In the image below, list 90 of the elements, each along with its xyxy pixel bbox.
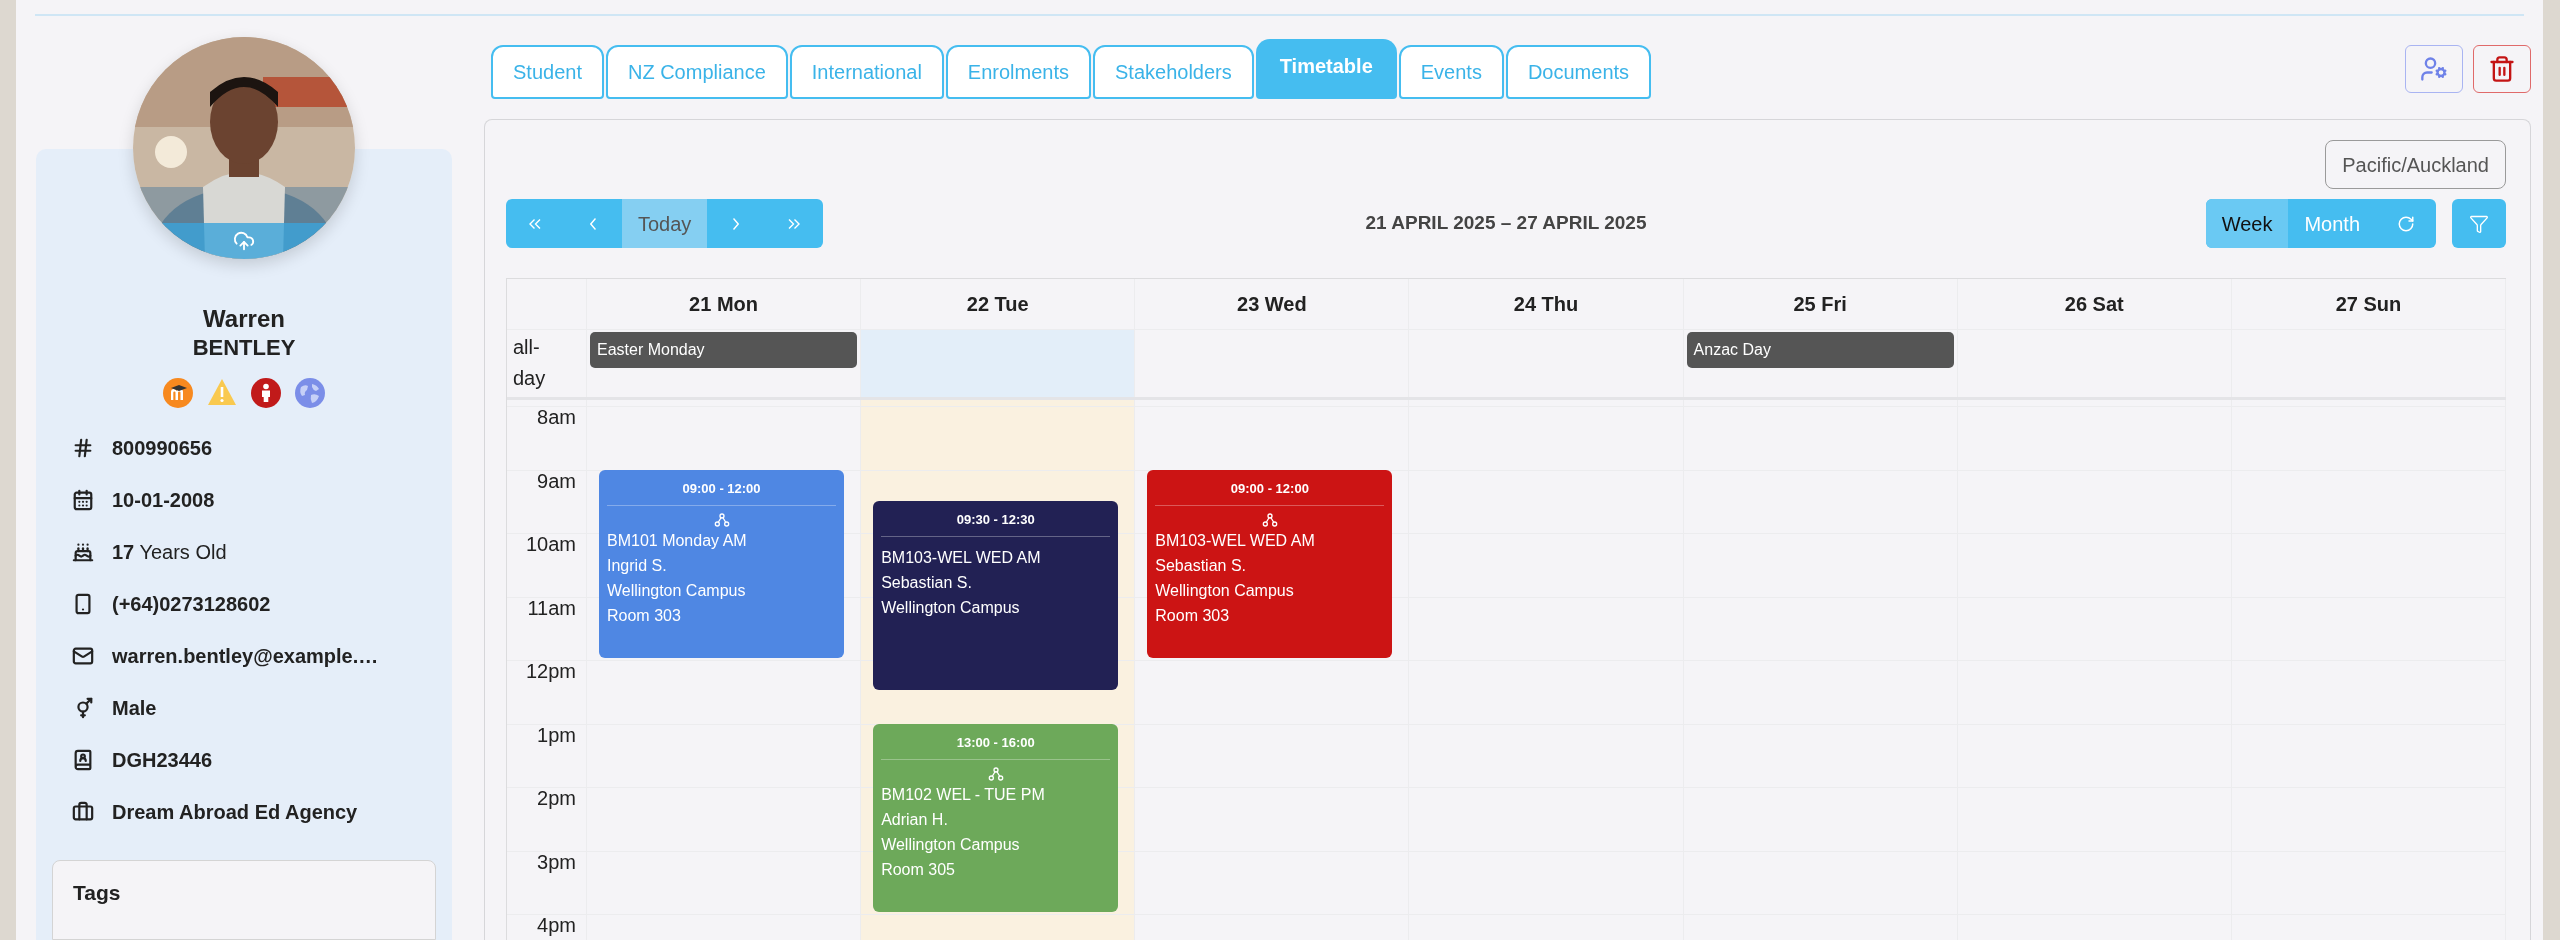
hour-label: 9am xyxy=(536,470,576,491)
event-line: Sebastian S. xyxy=(881,573,973,594)
detail-text: 800990656 xyxy=(112,436,213,461)
tags-title: Tags xyxy=(73,881,121,904)
group-icon xyxy=(1261,511,1278,528)
event-line: Ingrid S. xyxy=(607,555,668,576)
calendar-icon xyxy=(72,489,94,511)
detail-text: Dream Abroad Ed Agency xyxy=(112,800,358,825)
all-day-event[interactable]: Easter Monday xyxy=(590,332,858,368)
detail-text: DGH23446 xyxy=(112,748,213,773)
tab[interactable]: Stakeholders xyxy=(1093,45,1254,99)
hour-label: 1pm xyxy=(536,724,576,745)
event-time: 09:00 - 12:00 xyxy=(682,480,761,496)
day-header: 22 Tue xyxy=(966,292,1029,317)
event-card[interactable]: 09:00 - 12:00 BM101 Monday AM Ingrid S. Wellington Campus Room 303 xyxy=(599,469,845,658)
event-line: BM102 WEL - TUE PM xyxy=(881,784,1046,805)
event-line: Wellington Campus xyxy=(607,580,747,601)
event-line: BM101 Monday AM xyxy=(607,530,748,551)
event-line: Sebastian S. xyxy=(1155,555,1247,576)
delete-button[interactable] xyxy=(2473,45,2531,93)
tab[interactable]: Events xyxy=(1398,45,1504,99)
day-header: 25 Fri xyxy=(1793,292,1847,317)
event-time: 09:00 - 12:00 xyxy=(1230,480,1309,496)
event-time: 13:00 - 16:00 xyxy=(956,734,1035,750)
last-name: BENTLEY xyxy=(191,334,297,362)
tab[interactable]: Student xyxy=(491,45,604,99)
all-day-label: all-day xyxy=(513,335,547,391)
all-day-event[interactable]: Anzac Day xyxy=(1686,332,1954,368)
user-settings-icon xyxy=(2420,55,2448,83)
hour-label: 11am xyxy=(526,597,576,618)
hour-label: 8am xyxy=(536,407,576,427)
tab[interactable]: Documents xyxy=(1505,45,1652,99)
event-line: Wellington Campus xyxy=(1155,580,1295,601)
view-button[interactable]: Week xyxy=(2205,199,2289,248)
tab[interactable]: Timetable xyxy=(1255,39,1397,99)
phone-icon xyxy=(72,593,94,615)
event-line: BM103-WEL WED AM xyxy=(881,548,1042,569)
event-line: Room 303 xyxy=(607,605,682,626)
event-line: Room 305 xyxy=(881,859,956,880)
warning-icon xyxy=(207,378,237,406)
detail-text: Male xyxy=(112,696,157,721)
upload-icon[interactable] xyxy=(233,230,255,252)
globe-icon xyxy=(295,378,325,408)
hour-label: 3pm xyxy=(536,851,576,872)
event-time: 09:30 - 12:30 xyxy=(956,512,1035,528)
chevron-right-icon xyxy=(733,217,740,230)
passport-icon xyxy=(72,749,94,771)
tab[interactable]: Enrolments xyxy=(945,45,1091,99)
double-chevron-right-icon xyxy=(788,218,801,229)
refresh-icon xyxy=(2397,214,2415,233)
hour-label: 4pm xyxy=(536,915,576,935)
detail-text: 10-01-2008 xyxy=(112,488,215,513)
date-range-title: 21 APRIL 2025 – 27 APRIL 2025 xyxy=(1365,211,1647,236)
briefcase-icon xyxy=(72,801,94,823)
day-header: 23 Wed xyxy=(1237,292,1307,317)
day-header: 24 Thu xyxy=(1513,292,1579,317)
mortarboard-icon xyxy=(163,378,193,408)
first-name: Warren xyxy=(202,304,286,334)
day-header: 26 Sat xyxy=(2064,292,2124,317)
event-card[interactable]: 09:30 - 12:30 BM103-WEL WED AM Sebastian S. Wellington Campus xyxy=(873,501,1119,690)
event-card[interactable]: 13:00 - 16:00 BM102 WEL - TUE PM Adrian H. Wellington Campus Room 305 xyxy=(873,723,1119,912)
event-line: Adrian H. xyxy=(881,809,949,830)
event-line: Wellington Campus xyxy=(881,834,1021,855)
group-icon xyxy=(713,511,730,528)
detail-text: warren.bentley@example.… xyxy=(112,644,379,669)
event-line: Wellington Campus xyxy=(881,598,1021,619)
cake-icon xyxy=(72,541,94,563)
chevron-left-icon xyxy=(590,217,596,230)
person-icon xyxy=(251,378,281,408)
hour-label: 2pm xyxy=(536,788,576,808)
trash-icon xyxy=(2488,55,2516,83)
tab[interactable]: NZ Compliance xyxy=(605,45,788,99)
day-header: 21 Mon xyxy=(689,292,758,317)
event-line: BM103-WEL WED AM xyxy=(1155,530,1316,551)
hour-label: 12pm xyxy=(524,661,576,681)
group-icon xyxy=(987,765,1004,782)
timezone-button[interactable]: Pacific/Auckland xyxy=(2325,140,2506,189)
hour-label: 10am xyxy=(524,534,576,554)
hash-icon xyxy=(72,437,94,459)
day-header: 27 Sun xyxy=(2335,292,2402,317)
double-chevron-left-icon xyxy=(529,218,541,229)
user-settings-button[interactable] xyxy=(2405,45,2463,93)
event-line: Room 303 xyxy=(1155,605,1231,626)
tab[interactable]: International xyxy=(789,45,944,99)
filter-button[interactable] xyxy=(2452,199,2506,248)
mail-icon xyxy=(72,645,94,667)
filter-icon xyxy=(2469,213,2489,234)
event-card[interactable]: 09:00 - 12:00 BM103-WEL WED AM Sebastian S. Wellington Campus Room 303 xyxy=(1147,469,1393,658)
detail-text: (+64)0273128602 xyxy=(112,592,271,617)
detail-text: 17 Years Old xyxy=(112,540,227,565)
